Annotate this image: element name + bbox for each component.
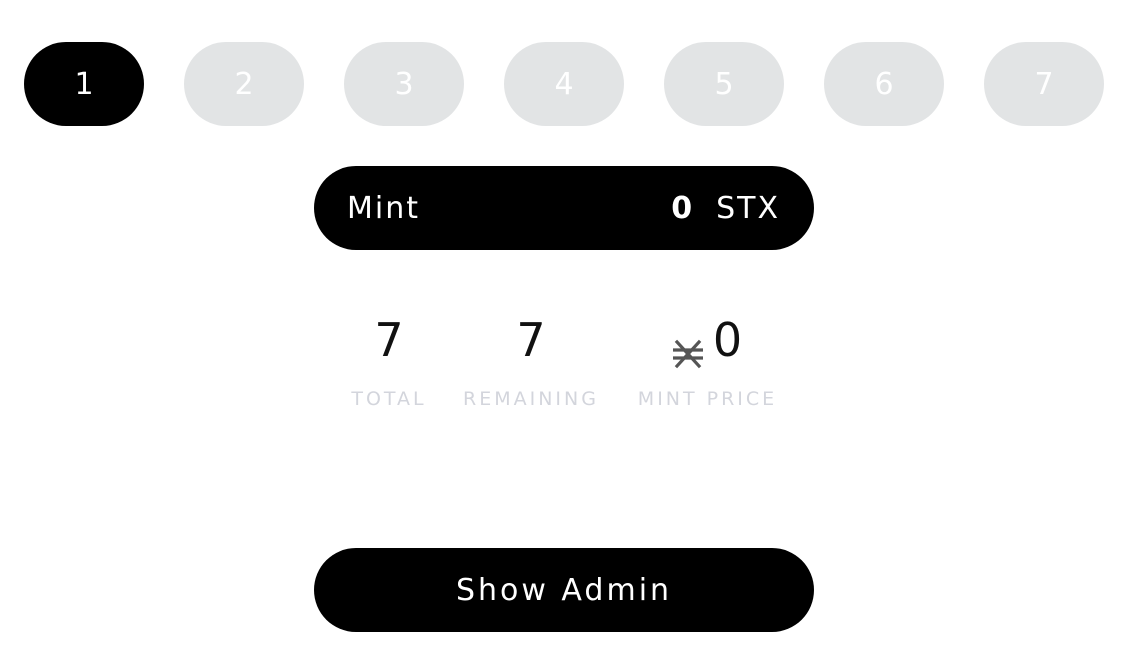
remaining-value: 7 [516,313,546,367]
mint-label: Mint [347,190,420,226]
tab-2[interactable]: 2 [184,42,304,126]
total-value: 7 [374,313,404,367]
mint-page: 1 2 3 4 5 6 7 Mint 0 STX 7 TOTAL 7 REMAI… [0,0,1126,646]
stat-remaining: 7 REMAINING [456,310,606,410]
show-admin-button[interactable]: Show Admin [314,548,814,632]
mint-price-label: MINT PRICE [637,388,778,410]
mint-amount: 0 [671,190,695,226]
mint-price-display: 0 [630,310,785,370]
mint-price: 0 STX [671,191,780,226]
total-label: TOTAL [351,388,427,410]
mint-currency: STX [716,190,780,226]
token-tabs: 1 2 3 4 5 6 7 [24,42,1104,126]
mint-button[interactable]: Mint 0 STX [314,166,814,250]
mint-price-value: 0 [712,313,743,367]
tab-5[interactable]: 5 [664,42,784,126]
remaining-label: REMAINING [463,388,599,410]
show-admin-label: Show Admin [455,572,673,608]
tab-6[interactable]: 6 [824,42,944,126]
tab-7[interactable]: 7 [984,42,1104,126]
stacks-currency-icon [672,324,704,369]
tab-3[interactable]: 3 [344,42,464,126]
stat-mint-price: 0 MINT PRICE [630,310,785,410]
tab-4[interactable]: 4 [504,42,624,126]
tab-1[interactable]: 1 [24,42,144,126]
stat-total: 7 TOTAL [330,310,448,410]
